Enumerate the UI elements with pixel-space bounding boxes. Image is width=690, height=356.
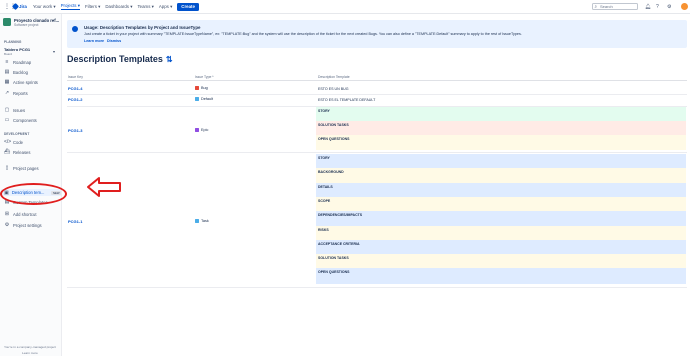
gear-icon: ⚙	[4, 222, 10, 228]
sidebar-item-releases[interactable]: ⛴ Releases	[4, 149, 30, 155]
notifications-icon[interactable]: 🔔︎	[645, 4, 651, 10]
sidebar-item-project-settings[interactable]: ⚙ Project settings	[4, 222, 42, 228]
sidebar-item-roadmap[interactable]: ≡ Roadmap	[4, 59, 32, 65]
sprint-icon: ▦	[4, 79, 10, 85]
epic-icon	[195, 128, 199, 132]
template-section-dependencies-impacts: DEPENDENCIES/IMPACTS	[316, 211, 686, 226]
nav-your-work[interactable]: Your work ▾	[33, 4, 56, 10]
sidebar-item-issues[interactable]: ▢ Issues	[4, 107, 25, 113]
nav-projects[interactable]: Projects ▾	[60, 3, 80, 10]
issue-key-link[interactable]: PCG1-3	[68, 128, 82, 133]
nav-apps[interactable]: Apps ▾	[159, 4, 172, 10]
issue-key-link[interactable]: PCG1-1	[68, 219, 82, 224]
page-title: Description Templates ⇅	[67, 54, 173, 64]
template-section-solution-tasks: SOLUTION TASKS	[316, 254, 686, 268]
create-button[interactable]: Create	[177, 2, 199, 11]
row-divider	[67, 94, 687, 95]
usage-banner: Usage: Description Templates by Project …	[67, 20, 687, 48]
row-divider	[67, 152, 687, 153]
learn-more-link[interactable]: Learn more	[22, 351, 38, 355]
issue-type-task: Task	[195, 219, 209, 223]
project-type-footer: You're in a company-managed project	[4, 345, 56, 349]
banner-body: Just create a ticket in your project wit…	[84, 32, 522, 36]
sidebar-item-components[interactable]: ▭ Components	[4, 117, 37, 123]
issue-type-default: Default	[195, 97, 213, 101]
template-section-open-questions: OPEN QUESTIONS	[316, 135, 686, 150]
sidebar-item-code[interactable]: </> Code	[4, 139, 23, 145]
search-input[interactable]: ⌕ Search	[592, 3, 638, 10]
settings-gear-icon[interactable]: ⚙	[667, 4, 671, 10]
sidebar-item-reports[interactable]: ↗ Reports	[4, 90, 28, 96]
annotation-circle	[0, 183, 67, 205]
jira-logo[interactable]: Jira	[11, 2, 27, 11]
annotation-arrow-icon	[87, 177, 121, 197]
nav-dashboards[interactable]: Dashboards ▾	[105, 4, 132, 10]
issue-type-bug: Bug	[195, 86, 208, 90]
header-divider	[67, 80, 687, 81]
releases-icon: ⛴	[4, 149, 11, 155]
sidebar-item-project-pages[interactable]: ▯ Project pages	[4, 165, 39, 171]
banner-dismiss-link[interactable]: Dismiss	[107, 39, 121, 43]
template-section-scope: SCOPE	[316, 197, 686, 211]
template-section-background: BACKGROUND	[316, 168, 686, 183]
components-icon: ▭	[4, 117, 10, 123]
column-header-issue-type: Issue Type *	[195, 75, 214, 79]
issue-key-link[interactable]: PCG1-2	[68, 97, 82, 102]
top-navigation: ⋮⋮ Jira Your work ▾ Projects ▾ Filters ▾…	[0, 0, 690, 14]
project-type: Software project	[14, 23, 39, 27]
search-icon: ⌕	[594, 4, 598, 9]
task-icon	[195, 219, 199, 223]
chevron-down-icon[interactable]: ▾	[53, 49, 55, 54]
backlog-icon: ▤	[4, 69, 10, 75]
refresh-icon[interactable]: ⇅	[166, 55, 173, 64]
reports-icon: ↗	[4, 90, 10, 96]
template-section-acceptance-criteria: ACCEPTANCE CRITERIA	[316, 240, 686, 254]
description-template-text: ESTO ES EL TEMPLATE DEFAULT	[318, 98, 376, 102]
bug-icon	[195, 86, 199, 90]
sidebar-item-backlog[interactable]: ▤ Backlog	[4, 69, 28, 75]
avatar[interactable]	[681, 3, 688, 10]
issue-key-link[interactable]: PCG1-4	[68, 86, 82, 91]
issue-type-epic: Epic	[195, 128, 208, 132]
planning-heading: PLANNING	[4, 40, 22, 44]
description-template-text: ESTO ES UN BUG	[318, 87, 349, 91]
sidebar-item-active-sprints[interactable]: ▦ Active sprints	[4, 79, 38, 85]
board-type-label: Board	[4, 52, 13, 56]
add-shortcut-icon: ⊞	[4, 211, 10, 217]
default-type-icon	[195, 97, 199, 101]
product-name: Jira	[19, 4, 27, 9]
banner-learn-more-link[interactable]: Learn more	[84, 39, 104, 43]
template-section-risks: RISKS	[316, 226, 686, 240]
column-header-issue-key: Issue Key	[68, 75, 83, 79]
pages-icon: ▯	[5, 165, 9, 171]
sidebar-item-add-shortcut[interactable]: ⊞ Add shortcut	[4, 211, 37, 217]
development-heading: DEVELOPMENT	[4, 132, 30, 136]
template-section-details: DETAILS	[316, 183, 686, 197]
template-section-solution-tasks: SOLUTION TASKS	[316, 121, 686, 135]
column-header-description-template: Description Template	[318, 75, 350, 79]
nav-teams[interactable]: Teams ▾	[137, 4, 153, 10]
jira-logo-icon	[11, 2, 20, 11]
banner-title: Usage: Description Templates by Project …	[84, 25, 201, 30]
info-icon	[72, 26, 78, 32]
help-icon[interactable]: ?	[656, 4, 659, 10]
project-avatar-icon	[3, 18, 11, 26]
app-switcher-icon[interactable]: ⋮⋮	[4, 4, 16, 10]
template-section-story: STORY	[316, 107, 686, 121]
template-section-story: STORY	[316, 154, 686, 168]
nav-filters[interactable]: Filters ▾	[85, 4, 100, 10]
template-section-open-questions: OPEN QUESTIONS	[316, 268, 686, 284]
roadmap-icon: ≡	[5, 59, 9, 65]
code-icon: </>	[4, 139, 12, 145]
row-divider	[67, 287, 687, 288]
issues-icon: ▢	[4, 107, 10, 113]
